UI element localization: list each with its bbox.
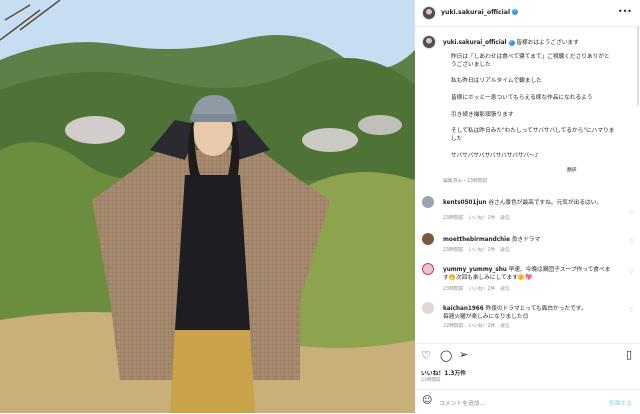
comment-time: 23時間前 [443, 248, 464, 253]
comment-like-heart-icon[interactable]: ♡ [629, 238, 634, 245]
comment-avatar[interactable] [422, 233, 434, 245]
comment-icon[interactable]: ◯ [440, 349, 452, 362]
comment-time: 23時間前 [443, 216, 464, 221]
caption-line: うございました [451, 62, 491, 68]
caption-avatar[interactable] [422, 35, 436, 49]
caption-line: 私も昨日はリアルタイムで観ました [451, 78, 542, 84]
send-icon[interactable]: ➢ [459, 348, 468, 361]
comment-text-row: kents0501jun 谷さん景色が最高ですね。元気が出るはい。 [443, 197, 602, 206]
post-photo[interactable] [0, 0, 415, 413]
caption-line: そして私は昨日みた"わたしってサバサバしてるから"にハマりま [451, 128, 615, 134]
comment-likes[interactable]: いいね！2件 [468, 216, 495, 221]
reply-button[interactable]: 返信 [500, 216, 510, 221]
header-username[interactable]: yuki.sakurai_official ✓ [441, 9, 519, 16]
comment-time: 22時間前 [443, 324, 464, 329]
photo-illustration [0, 0, 415, 413]
translate-link[interactable]: 翻訳 [567, 166, 577, 173]
post-timestamp: 23時間前 [421, 378, 441, 383]
comment-text-row: moetthebirmandchie 良きドラマ [443, 234, 540, 243]
caption-username[interactable]: yuki.sakurai_official [443, 40, 507, 46]
comment-input[interactable]: コメントを追加... [439, 398, 485, 407]
caption-line: 引き続き撮影頑張ります [451, 112, 514, 118]
caption-line: 皆様おはようございます [516, 40, 579, 46]
comment-text: 良きドラマ [511, 237, 541, 243]
comment-username[interactable]: moetthebirmandchie [443, 237, 510, 243]
username-text[interactable]: yuki.sakurai_official [441, 9, 510, 16]
comment-like-heart-icon[interactable]: ♡ [629, 307, 634, 314]
caption-line: サバサバサバサバサバサバサバ〜♪ [451, 153, 539, 159]
comment-meta: 23時間前 いいね！2件 返信 [443, 214, 510, 221]
comment-like-heart-icon[interactable]: ♡ [629, 268, 634, 275]
comment-meta: 23時間前 いいね！2件 返信 [443, 285, 510, 292]
reply-button[interactable]: 返信 [500, 287, 510, 292]
comment-avatar[interactable] [422, 302, 434, 314]
comment-time: 23時間前 [443, 287, 464, 292]
heart-icon[interactable]: ♡ [421, 349, 431, 362]
comment-meta: 23時間前 いいね！2件 返信 [443, 246, 510, 253]
reply-button[interactable]: 返信 [500, 248, 510, 253]
edited-timestamp: 編集済み・23時間前 [443, 179, 488, 184]
verified-badge-icon: ✓ [508, 39, 515, 46]
comment-likes[interactable]: いいね！2件 [468, 287, 495, 292]
like-count[interactable]: いいね！1.3万件 [421, 368, 466, 377]
post-header: yuki.sakurai_official ✓ ••• [415, 0, 640, 27]
comment-likes[interactable]: いいね！2件 [468, 248, 495, 253]
more-horizontal-icon[interactable]: ••• [618, 7, 632, 16]
comment-meta: 22時間前 いいね！2件 返信 [443, 322, 510, 329]
comment-username[interactable]: kents0501jun [443, 200, 487, 206]
caption-line: 皆様にホッと一息ついてもらえる様な作品になれるよう [451, 95, 593, 101]
comment-text: 谷さん景色が最高ですね。元気が出るはい。 [488, 200, 603, 206]
comment-like-heart-icon[interactable]: ♡ [629, 210, 634, 217]
caption-line: した [451, 136, 463, 142]
caption-first-line: yuki.sakurai_official ✓ 皆様おはようございます [443, 37, 579, 46]
comment-avatar[interactable] [422, 196, 434, 208]
comment-text: す🤭次回も楽しみにしてます🌼💖 [443, 275, 533, 281]
comment-text: 毎週火曜が楽しみになりました😊 [443, 314, 529, 320]
bookmark-icon[interactable]: ▯ [626, 348, 632, 361]
comment-box: ☺ コメントを追加... 投稿する [415, 389, 640, 414]
reply-button[interactable]: 返信 [500, 324, 510, 329]
avatar[interactable] [422, 6, 436, 20]
post-comment-button[interactable]: 投稿する [609, 398, 632, 407]
comment-avatar[interactable] [422, 263, 434, 275]
smiley-icon[interactable]: ☺ [422, 395, 432, 406]
scrollbar[interactable] [637, 26, 639, 106]
comment-likes[interactable]: いいね！2件 [468, 324, 495, 329]
post-detail-panel: yuki.sakurai_official ✓ ••• yuki.sakurai_… [415, 0, 640, 413]
verified-badge-icon: ✓ [512, 9, 519, 15]
